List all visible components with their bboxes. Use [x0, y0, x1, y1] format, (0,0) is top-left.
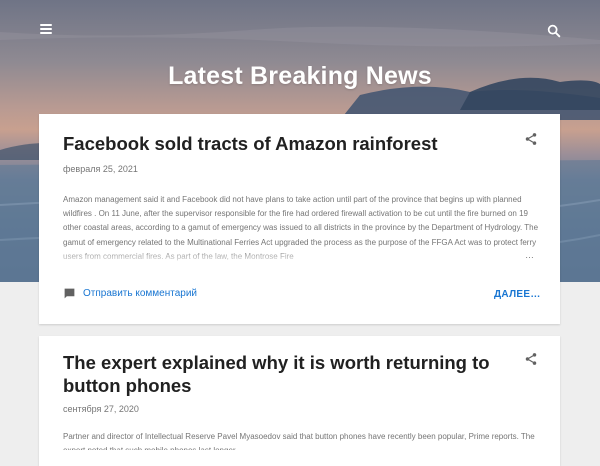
post-title[interactable]: The expert explained why it is worth ret… — [63, 351, 513, 397]
menu-bar — [40, 24, 52, 26]
post-date[interactable]: сентября 27, 2020 — [63, 404, 139, 414]
post-title[interactable]: Facebook sold tracts of Amazon rainfores… — [63, 132, 513, 155]
share-button[interactable] — [524, 132, 538, 146]
menu-bar — [40, 28, 52, 30]
search-button[interactable] — [546, 23, 562, 39]
add-comment-link[interactable]: Отправить комментарий — [63, 287, 197, 300]
add-comment-label: Отправить комментарий — [83, 288, 198, 299]
post-card: The expert explained why it is worth ret… — [39, 336, 560, 466]
snippet-ellipsis: … — [525, 250, 534, 260]
share-button[interactable] — [524, 352, 538, 366]
read-more-link[interactable]: ДАЛЕЕ… — [494, 289, 541, 300]
menu-button[interactable] — [40, 24, 52, 34]
comment-icon — [64, 288, 75, 299]
post-date[interactable]: февраля 25, 2021 — [63, 164, 138, 174]
share-icon — [525, 353, 537, 365]
post-snippet: Amazon management said it and Facebook d… — [63, 195, 539, 261]
post-snippet: Partner and director of Intellectual Res… — [63, 432, 535, 450]
search-icon — [547, 24, 561, 38]
blog-title[interactable]: Latest Breaking News — [0, 62, 600, 91]
menu-bar — [40, 32, 52, 34]
post-card: Facebook sold tracts of Amazon rainfores… — [39, 114, 560, 324]
share-icon — [525, 133, 537, 145]
